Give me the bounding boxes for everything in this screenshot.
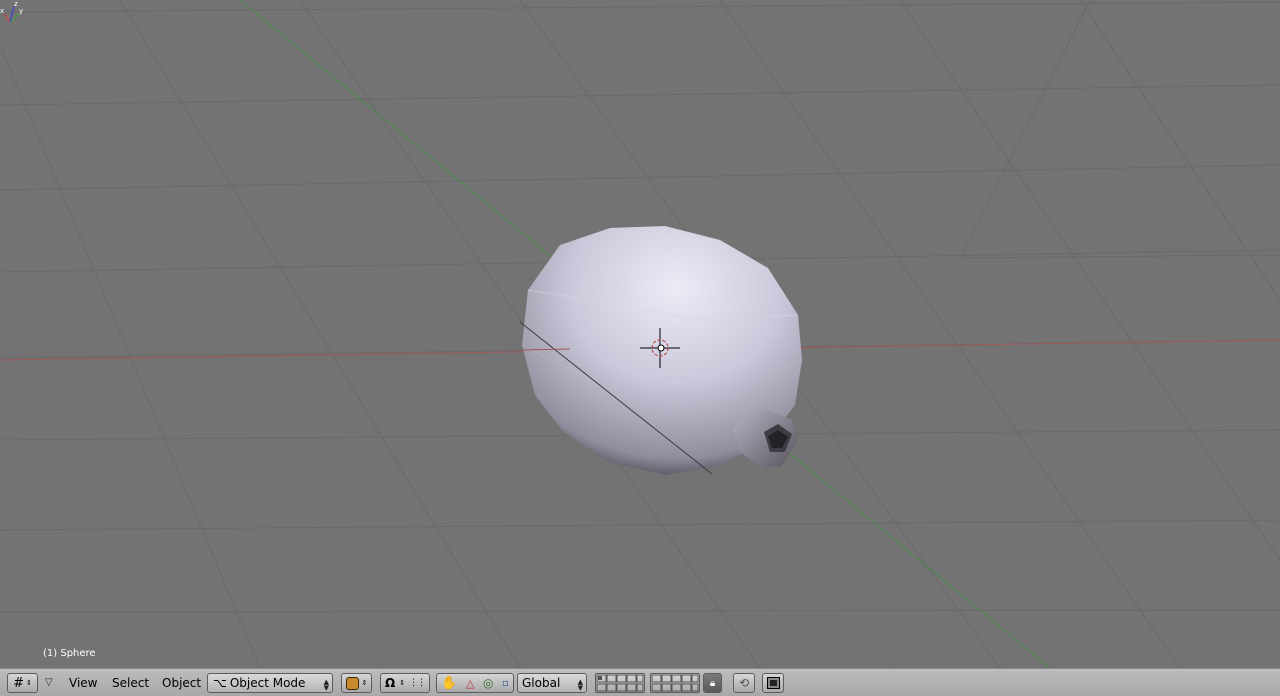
menu-object[interactable]: Object	[162, 675, 201, 691]
lock-button[interactable]: 🔒︎	[703, 673, 722, 693]
draw-type-button[interactable]: ⇕	[341, 673, 372, 693]
viewport-canvas	[0, 0, 1280, 668]
editor-type-button[interactable]: # ⇕	[7, 673, 38, 693]
hand-icon[interactable]: ✋	[441, 676, 457, 691]
layer-grid-icon	[596, 674, 644, 692]
menu-select[interactable]: Select	[112, 675, 149, 691]
menu-view[interactable]: View	[69, 675, 97, 691]
svg-text:x: x	[0, 7, 4, 15]
object-info-label: (1) Sphere	[43, 648, 96, 659]
draw-type-icon	[345, 676, 359, 690]
square-icon[interactable]: ▫	[502, 678, 509, 689]
lock-icon: 🔒︎	[709, 677, 716, 689]
axis-gizmo: x y z	[0, 0, 23, 23]
ghost-icon: ⟲	[738, 676, 750, 690]
snap-dots-icon: ⋮⋮	[409, 678, 426, 688]
orientation-select[interactable]: Global ▲ ▼	[517, 673, 587, 693]
circle-icon[interactable]: ◎	[483, 676, 493, 690]
svg-text:y: y	[19, 7, 23, 15]
manipulator-group: ✋ △ ◎ ▫	[436, 673, 514, 693]
svg-text:z: z	[14, 0, 18, 8]
render-icon	[766, 677, 780, 689]
layer-grid-icon-2	[651, 674, 699, 692]
ghost-button[interactable]: ⟲	[733, 673, 755, 693]
viewport-header: # ⇕ ▽ View Select Object ⌥ Object Mode ▲…	[0, 668, 1280, 696]
triangle-icon[interactable]: △	[466, 677, 474, 690]
pivot-icon: Ω	[385, 676, 396, 690]
collapse-menu-icon[interactable]: ▽	[45, 677, 53, 688]
render-button[interactable]	[762, 673, 784, 693]
pivot-button[interactable]: Ω ⇕ ⋮⋮	[380, 673, 430, 693]
layer-buttons-1[interactable]	[595, 673, 645, 693]
mode-select[interactable]: ⌥ Object Mode ▲ ▼	[207, 673, 333, 693]
layer-buttons-2[interactable]	[650, 673, 700, 693]
3d-viewport[interactable]: x y z (1) Sphere	[0, 0, 1280, 668]
object-mode-icon: ⌥	[213, 676, 227, 690]
grid-icon: #	[13, 675, 24, 691]
